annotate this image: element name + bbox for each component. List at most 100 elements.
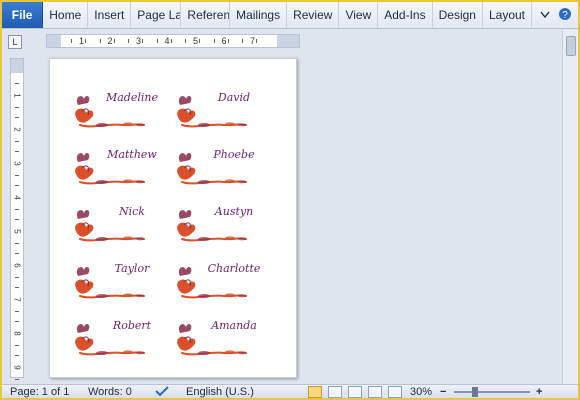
document-page[interactable]: Madeline David Matthew Phoebe Nick Austyn Tayl… (49, 58, 297, 378)
ruler-number: 4 (164, 36, 170, 46)
tab-review[interactable]: Review (287, 2, 340, 28)
place-card-name: David (217, 91, 251, 104)
place-card[interactable]: Madeline (72, 87, 168, 137)
ruler-tick (15, 345, 19, 346)
proofing-icon[interactable] (154, 385, 170, 398)
ruler-tick (256, 39, 257, 43)
zoom-in-button[interactable]: + (536, 385, 542, 398)
tab-references[interactable]: Referenc (181, 2, 231, 28)
status-bar: Page: 1 of 1 Words: 0 English (U.S.) 30%… (2, 384, 578, 398)
ruler-number: 6 (12, 263, 22, 268)
place-card[interactable]: Phoebe (174, 144, 270, 194)
ruler-number: 8 (12, 331, 22, 336)
ruler-number: 2 (12, 127, 22, 132)
file-tab[interactable]: File (2, 2, 44, 28)
word-count[interactable]: Words: 0 (88, 385, 132, 398)
tab-home[interactable]: Home (43, 2, 89, 28)
ruler-tick (227, 39, 229, 43)
tab-page-layout[interactable]: Page Lay (131, 2, 182, 28)
place-card-name: Austyn (214, 205, 254, 218)
scrollbar-thumb[interactable] (566, 36, 576, 56)
page-count[interactable]: Page: 1 of 1 (10, 385, 69, 398)
ruler-number: 3 (136, 36, 142, 46)
ruler-tick (99, 39, 101, 43)
zoom-slider-knob[interactable] (472, 387, 478, 397)
collapse-ribbon-icon[interactable] (540, 8, 550, 22)
ruler-tick (15, 253, 19, 254)
draft-view-button[interactable] (388, 386, 402, 398)
print-layout-view-button[interactable] (308, 386, 322, 398)
vertical-scrollbar[interactable] (562, 30, 578, 386)
ruler-tick (15, 379, 19, 380)
ruler-tick (15, 219, 19, 220)
ruler-number: 3 (12, 161, 22, 166)
place-card[interactable]: Charlotte (174, 258, 270, 308)
ruler-number: 1 (79, 36, 85, 46)
tab-mailings[interactable]: Mailings (230, 2, 288, 28)
word-window: File Home Insert Page Lay Referenc Maili… (2, 2, 578, 398)
place-card-name: Madeline (105, 91, 158, 104)
tab-insert[interactable]: Insert (88, 2, 132, 28)
place-card-name: Taylor (114, 262, 150, 275)
ruler-tick (15, 321, 19, 322)
vertical-ruler[interactable]: 1 2 3 4 5 6 7 8 9 (10, 58, 24, 380)
ruler-tick (15, 141, 19, 142)
ruler-number: 5 (12, 229, 22, 234)
ruler-tick (15, 151, 19, 152)
ruler-tick (199, 39, 200, 43)
tab-design[interactable]: Design (433, 2, 483, 28)
ruler-margin-left (47, 35, 61, 47)
ruler-tick (15, 287, 19, 288)
tab-view[interactable]: View (339, 2, 379, 28)
web-layout-view-button[interactable] (348, 386, 362, 398)
ruler-tick (213, 39, 215, 43)
place-card[interactable]: Amanda (174, 315, 270, 365)
language-indicator[interactable]: English (U.S.) (186, 385, 254, 398)
ruler-number: 6 (221, 36, 227, 46)
place-card[interactable]: Robert (72, 315, 168, 365)
place-card[interactable]: Matthew (72, 144, 168, 194)
ruler-tick (15, 117, 19, 118)
tab-add-ins[interactable]: Add-Ins (378, 2, 433, 28)
full-screen-reading-view-button[interactable] (328, 386, 342, 398)
place-card-name: Phoebe (213, 148, 255, 161)
tab-selector[interactable]: L (8, 35, 22, 49)
horizontal-ruler[interactable]: 1 2 3 4 5 6 7 (46, 34, 300, 48)
ruler-tick (71, 39, 72, 43)
place-card-name: Nick (119, 205, 145, 218)
ruler-tick (15, 311, 19, 312)
place-card-name: Matthew (107, 148, 157, 161)
ruler-tick (113, 39, 115, 43)
ruler-number: 9 (12, 365, 22, 370)
ruler-margin-top (11, 59, 23, 73)
zoom-slider-track[interactable] (454, 391, 530, 393)
ruler-tick (15, 185, 19, 186)
place-card[interactable]: David (174, 87, 270, 137)
outline-view-button[interactable] (368, 386, 382, 398)
place-card[interactable]: Taylor (72, 258, 168, 308)
ruler-tick (15, 243, 19, 244)
zoom-level[interactable]: 30% (410, 385, 432, 398)
tab-layout[interactable]: Layout (483, 2, 532, 28)
ruler-number: 7 (12, 297, 22, 302)
zoom-out-button[interactable]: − (440, 385, 446, 398)
ribbon-controls: ? (532, 2, 578, 28)
ruler-tick (128, 39, 129, 43)
ruler-tick (15, 83, 19, 84)
ruler-tick (242, 39, 243, 43)
ruler-tick (170, 39, 172, 43)
place-card[interactable]: Austyn (174, 201, 270, 251)
ruler-margin-right (277, 35, 299, 47)
ruler-number: 4 (12, 195, 22, 200)
place-card-name: Robert (112, 319, 152, 332)
svg-text:?: ? (562, 10, 568, 21)
ribbon-tab-bar: File Home Insert Page Lay Referenc Maili… (2, 2, 578, 29)
ruler-tick (142, 39, 143, 43)
help-icon[interactable]: ? (558, 7, 572, 24)
ruler-tick (85, 39, 86, 43)
ruler-tick (15, 107, 19, 108)
ruler-number: 1 (12, 93, 22, 98)
ruler-tick (15, 209, 19, 210)
place-card[interactable]: Nick (72, 201, 168, 251)
ruler-tick (15, 175, 19, 176)
